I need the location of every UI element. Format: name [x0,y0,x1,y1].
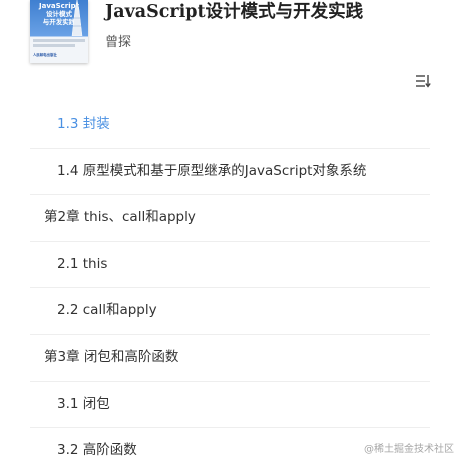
toc-item[interactable]: 3.2 高阶函数 [57,427,137,473]
toc-item[interactable]: 第3章 闭包和高阶函数 [44,334,178,380]
toc-item[interactable]: 2.2 call和apply [57,287,157,333]
toc-item[interactable]: 2.1 this [57,241,107,287]
cover-logos: 人民邮电出版社 [33,52,85,57]
toc-item[interactable]: 第2章 this、call和apply [44,194,196,240]
cover-blurb [33,39,85,47]
tower-icon [71,0,83,36]
toc-item[interactable]: 3.1 闭包 [57,381,110,427]
toc-item[interactable]: 1.4 原型模式和基于原型继承的JavaScript对象系统 [57,148,366,194]
publisher-logo: 人民邮电出版社 [33,53,57,57]
toc-item[interactable]: 1.3 封装 [57,101,110,147]
watermark: @稀土掘金技术社区 [364,444,454,455]
book-title: JavaScript设计模式与开发实践 [105,2,364,22]
book-cover: JavaScript 设计模式 与开发实践 人民邮电出版社 [30,0,88,63]
sort-order-icon[interactable] [415,74,431,88]
book-author: 曾探 [105,35,132,50]
